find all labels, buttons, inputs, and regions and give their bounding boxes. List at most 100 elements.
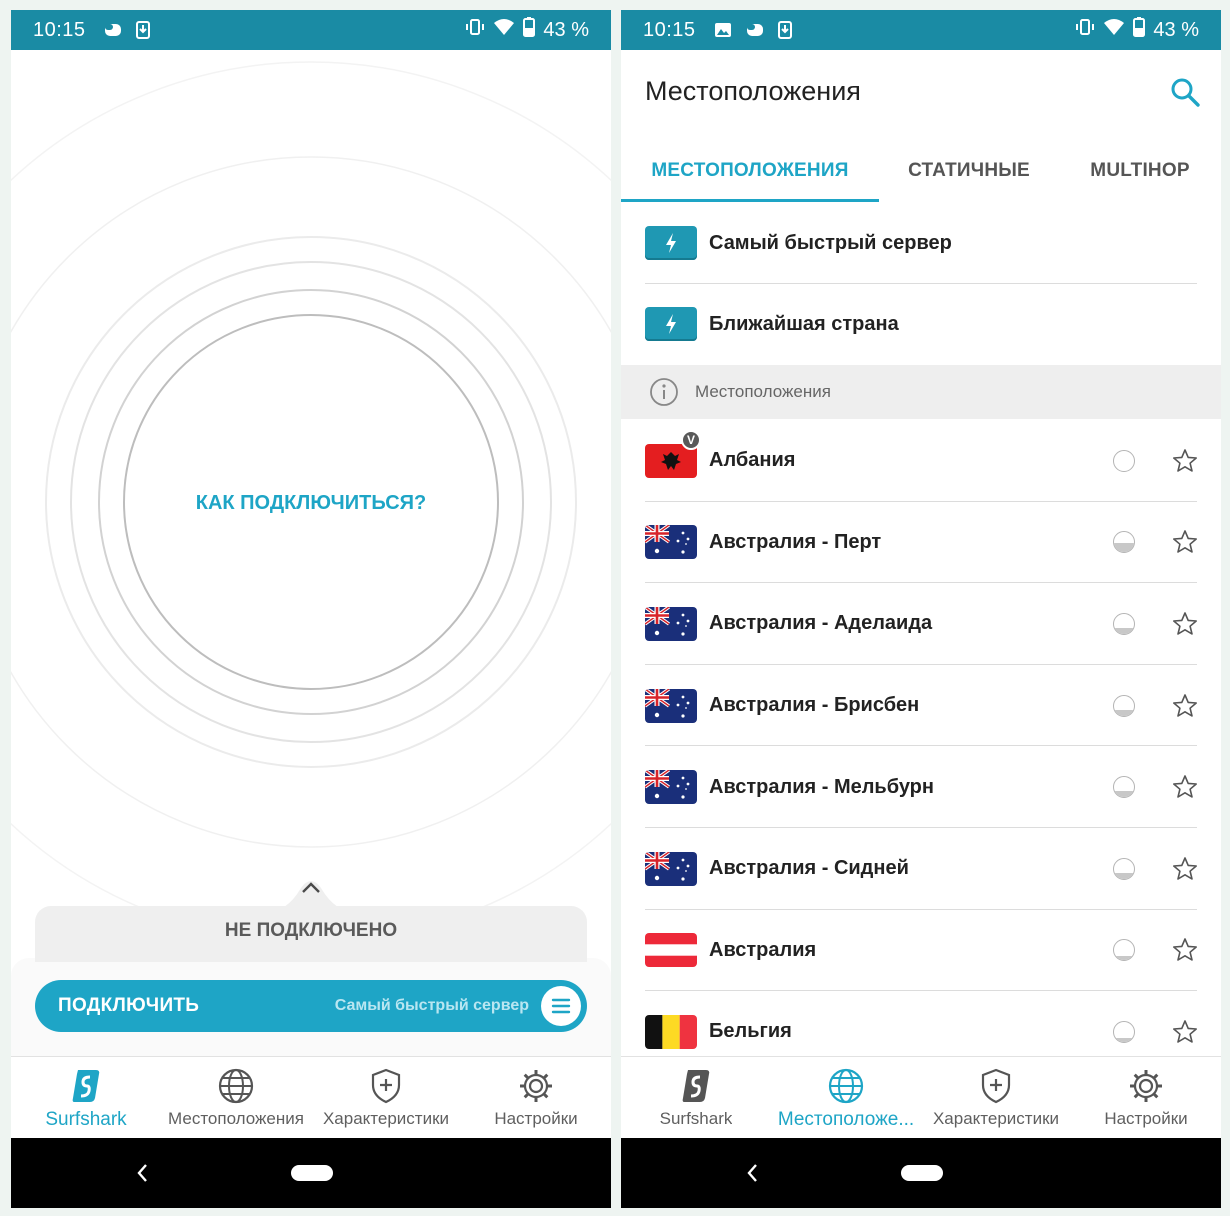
- battery-icon: [523, 17, 536, 43]
- globe-icon: [828, 1067, 864, 1105]
- home-pill[interactable]: [291, 1165, 333, 1181]
- nav-surfshark[interactable]: Surfshark: [11, 1057, 161, 1138]
- location-row[interactable]: V Албания: [621, 420, 1221, 502]
- nav-label: Настройки: [1104, 1109, 1188, 1128]
- favorite-star-icon[interactable]: [1172, 529, 1198, 555]
- favorite-star-icon[interactable]: [1172, 1019, 1198, 1045]
- australia-flag-icon: [645, 606, 697, 641]
- nav-label: Характеристики: [932, 1109, 1060, 1128]
- nav-settings[interactable]: Настройки: [461, 1057, 611, 1138]
- bolt-icon: [645, 307, 697, 341]
- location-list: V Албания Австралия - Перт Австралия - Адел…: [621, 420, 1221, 1073]
- status-time: 10:15: [33, 18, 86, 41]
- status-time: 10:15: [643, 18, 696, 41]
- battery-percent: 43 %: [1153, 18, 1199, 41]
- nav-features[interactable]: Характеристики: [311, 1057, 461, 1138]
- search-icon[interactable]: [1169, 76, 1201, 108]
- section-label: Местоположения: [695, 382, 831, 401]
- nav-label: Surfshark: [45, 1109, 127, 1130]
- tab-locations[interactable]: МЕСТОПОЛОЖЕНИЯ: [621, 140, 879, 202]
- nav-locations[interactable]: Местоположе...: [771, 1057, 921, 1138]
- connect-target: Самый быстрый сервер: [334, 997, 529, 1014]
- tab-multihop[interactable]: MULTIHOP: [1059, 140, 1221, 202]
- vibrate-icon: [1075, 18, 1095, 42]
- surfshark-logo-icon: [681, 1067, 711, 1105]
- bolt-icon: [645, 226, 697, 260]
- location-row[interactable]: Австралия - Мельбурн: [621, 746, 1221, 828]
- cloud-icon: [104, 22, 122, 38]
- wifi-icon: [493, 18, 515, 42]
- surfshark-logo-icon: [71, 1067, 101, 1105]
- globe-icon: [218, 1067, 254, 1105]
- server-load-icon: [1113, 776, 1135, 799]
- how-to-connect-link[interactable]: КАК ПОДКЛЮЧИТЬСЯ?: [11, 492, 611, 515]
- page-title: Местоположения: [645, 76, 861, 106]
- location-row[interactable]: Австралия - Брисбен: [621, 665, 1221, 747]
- australia-flag-icon: [645, 688, 697, 723]
- gear-icon: [1128, 1067, 1164, 1105]
- location-name: Австралия - Перт: [709, 530, 882, 553]
- location-name: Австралия - Сидней: [709, 857, 909, 880]
- favorite-star-icon[interactable]: [1172, 693, 1198, 719]
- status-bar: 10:15 43 %: [11, 10, 611, 50]
- server-load-icon: [1113, 449, 1135, 472]
- tab-static[interactable]: СТАТИЧНЫЕ: [879, 140, 1059, 202]
- nav-label: Настройки: [494, 1109, 578, 1128]
- favorite-star-icon[interactable]: [1172, 448, 1198, 474]
- server-load-icon: [1113, 857, 1135, 880]
- nav-settings[interactable]: Настройки: [1071, 1057, 1221, 1138]
- back-icon[interactable]: [743, 1160, 763, 1186]
- download-icon: [135, 21, 150, 39]
- nearest-country-row[interactable]: Ближайшая страна: [621, 283, 1221, 365]
- server-load-icon: [1113, 612, 1135, 635]
- server-menu-icon[interactable]: [541, 986, 581, 1026]
- back-icon[interactable]: [133, 1160, 153, 1186]
- chevron-up-icon[interactable]: [300, 881, 322, 895]
- location-row[interactable]: Австралия: [621, 910, 1221, 992]
- location-name: Австралия: [709, 938, 817, 961]
- locations-screen: 10:15 43 % Местоположения МЕСТОПОЛОЖЕНИЯ…: [621, 10, 1221, 1208]
- connection-status: НЕ ПОДКЛЮЧЕНО: [224, 920, 398, 941]
- location-name: Австралия - Аделаида: [709, 612, 933, 635]
- row-label: Ближайшая страна: [709, 312, 899, 335]
- gear-icon: [518, 1067, 554, 1105]
- connect-label: ПОДКЛЮЧИТЬ: [58, 995, 200, 1016]
- status-bar: 10:15 43 %: [621, 10, 1221, 50]
- home-screen: 10:15 43 % КАК ПОДКЛЮЧИТЬСЯ? НЕ ПОДКЛЮЧЕ…: [11, 10, 611, 1208]
- bottom-nav: Surfshark Местоположения Характеристики …: [11, 1056, 611, 1138]
- nav-surfshark[interactable]: Surfshark: [621, 1057, 771, 1138]
- australia-flag-icon: [645, 851, 697, 886]
- connection-status-card[interactable]: НЕ ПОДКЛЮЧЕНО: [35, 906, 587, 962]
- nav-label: Местоположе...: [777, 1109, 915, 1130]
- connect-button[interactable]: ПОДКЛЮЧИТЬ Самый быстрый сервер: [35, 980, 587, 1032]
- location-row[interactable]: Австралия - Перт: [621, 502, 1221, 584]
- wifi-icon: [1103, 18, 1125, 42]
- belgium-flag-icon: [645, 1014, 697, 1049]
- battery-icon: [1133, 17, 1146, 43]
- favorite-star-icon[interactable]: [1172, 611, 1198, 637]
- australia-flag-icon: [645, 770, 697, 805]
- nav-label: Характеристики: [322, 1109, 450, 1128]
- cloud-icon: [746, 22, 764, 38]
- location-name: Албания: [709, 449, 796, 472]
- location-name: Австралия - Мельбурн: [709, 775, 934, 798]
- server-load-icon: [1113, 939, 1135, 962]
- home-pill[interactable]: [901, 1165, 943, 1181]
- image-icon: [714, 22, 732, 38]
- location-row[interactable]: Австралия - Сидней: [621, 828, 1221, 910]
- australia-flag-icon: [645, 525, 697, 560]
- download-icon: [777, 21, 792, 39]
- system-nav-bar: [11, 1138, 611, 1208]
- favorite-star-icon[interactable]: [1172, 774, 1198, 800]
- fastest-server-row[interactable]: Самый быстрый сервер: [621, 202, 1221, 284]
- nav-locations[interactable]: Местоположения: [161, 1057, 311, 1138]
- favorite-star-icon[interactable]: [1172, 937, 1198, 963]
- location-tabs: МЕСТОПОЛОЖЕНИЯ СТАТИЧНЫЕ MULTIHOP: [621, 140, 1221, 202]
- vibrate-icon: [465, 18, 485, 42]
- row-label: Самый быстрый сервер: [709, 231, 952, 254]
- favorite-star-icon[interactable]: [1172, 856, 1198, 882]
- location-row[interactable]: Австралия - Аделаида: [621, 583, 1221, 665]
- info-icon[interactable]: [649, 377, 679, 407]
- battery-percent: 43 %: [543, 18, 589, 41]
- nav-features[interactable]: Характеристики: [921, 1057, 1071, 1138]
